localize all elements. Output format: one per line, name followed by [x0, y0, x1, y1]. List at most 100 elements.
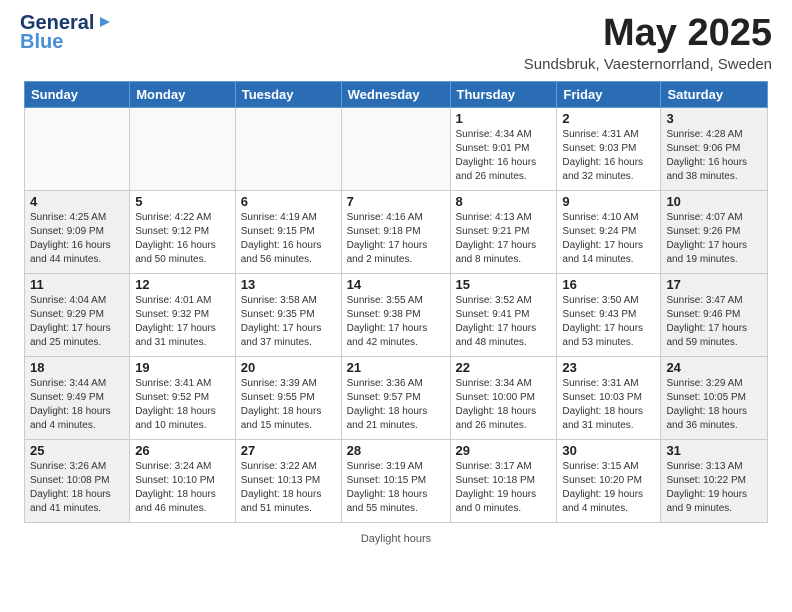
calendar-cell: 2 Sunrise: 4:31 AM Sunset: 9:03 PM Daylig…	[557, 108, 661, 191]
calendar-table: SundayMondayTuesdayWednesdayThursdayFrid…	[24, 81, 768, 523]
day-number: 2	[562, 111, 655, 126]
logo-text-blue: Blue	[20, 31, 63, 54]
calendar-cell: 24 Sunrise: 3:29 AM Sunset: 10:05 PM Dayl…	[661, 357, 768, 440]
day-info: Sunrise: 4:13 AM Sunset: 9:21 PM Dayligh…	[456, 211, 552, 267]
day-number: 17	[666, 277, 762, 292]
day-info: Sunrise: 3:19 AM Sunset: 10:15 PM Daylig…	[347, 460, 445, 516]
calendar-cell	[235, 108, 341, 191]
day-number: 13	[241, 277, 336, 292]
day-info: Sunrise: 4:19 AM Sunset: 9:15 PM Dayligh…	[241, 211, 336, 267]
calendar-cell: 18 Sunrise: 3:44 AM Sunset: 9:49 PM Dayli…	[25, 357, 130, 440]
day-header-saturday: Saturday	[661, 82, 768, 108]
day-number: 5	[135, 194, 230, 209]
day-header-wednesday: Wednesday	[341, 82, 450, 108]
day-info: Sunrise: 3:17 AM Sunset: 10:18 PM Daylig…	[456, 460, 552, 516]
day-info: Sunrise: 4:01 AM Sunset: 9:32 PM Dayligh…	[135, 294, 230, 350]
day-number: 1	[456, 111, 552, 126]
day-info: Sunrise: 4:07 AM Sunset: 9:26 PM Dayligh…	[666, 211, 762, 267]
calendar-cell	[25, 108, 130, 191]
calendar-cell: 19Sunrise: 3:41 AM Sunset: 9:52 PM Dayli…	[130, 357, 236, 440]
day-info: Sunrise: 3:39 AM Sunset: 9:55 PM Dayligh…	[241, 377, 336, 433]
daylight-legend: Daylight hours	[0, 533, 792, 545]
page-header: General Blue May 2025 Sundsbruk, Vaester…	[0, 0, 792, 81]
page-container: General Blue May 2025 Sundsbruk, Vaester…	[0, 0, 792, 612]
day-number: 23	[562, 360, 655, 375]
calendar-cell: 1 Sunrise: 4:34 AM Sunset: 9:01 PM Daylig…	[450, 108, 557, 191]
calendar-week-3: 11 Sunrise: 4:04 AM Sunset: 9:29 PM Dayli…	[25, 274, 768, 357]
calendar-cell: 12 Sunrise: 4:01 AM Sunset: 9:32 PM Dayli…	[130, 274, 236, 357]
calendar-cell: 15 Sunrise: 3:52 AM Sunset: 9:41 PM Dayli…	[450, 274, 557, 357]
calendar-cell: 31 Sunrise: 3:13 AM Sunset: 10:22 PM Dayl…	[661, 440, 768, 523]
calendar-cell: 11 Sunrise: 4:04 AM Sunset: 9:29 PM Dayli…	[25, 274, 130, 357]
day-info: Sunrise: 3:44 AM Sunset: 9:49 PM Dayligh…	[30, 377, 124, 433]
day-info: Sunrise: 3:58 AM Sunset: 9:35 PM Dayligh…	[241, 294, 336, 350]
day-number: 20	[241, 360, 336, 375]
calendar-cell: 8 Sunrise: 4:13 AM Sunset: 9:21 PM Daylig…	[450, 191, 557, 274]
calendar-week-2: 4 Sunrise: 4:25 AM Sunset: 9:09 PM Daylig…	[25, 191, 768, 274]
day-number: 26	[135, 443, 230, 458]
day-header-thursday: Thursday	[450, 82, 557, 108]
day-number: 28	[347, 443, 445, 458]
calendar-header-row: SundayMondayTuesdayWednesdayThursdayFrid…	[25, 82, 768, 108]
calendar-week-1: 1 Sunrise: 4:34 AM Sunset: 9:01 PM Daylig…	[25, 108, 768, 191]
daylight-label: Daylight hours	[361, 533, 431, 545]
day-header-tuesday: Tuesday	[235, 82, 341, 108]
day-number: 25	[30, 443, 124, 458]
day-number: 4	[30, 194, 124, 209]
main-title: May 2025	[524, 12, 772, 55]
day-header-sunday: Sunday	[25, 82, 130, 108]
day-info: Sunrise: 4:25 AM Sunset: 9:09 PM Dayligh…	[30, 211, 124, 267]
day-info: Sunrise: 4:04 AM Sunset: 9:29 PM Dayligh…	[30, 294, 124, 350]
day-number: 21	[347, 360, 445, 375]
day-number: 30	[562, 443, 655, 458]
day-info: Sunrise: 3:55 AM Sunset: 9:38 PM Dayligh…	[347, 294, 445, 350]
day-info: Sunrise: 3:34 AM Sunset: 10:00 PM Daylig…	[456, 377, 552, 433]
day-number: 14	[347, 277, 445, 292]
calendar-cell: 26Sunrise: 3:24 AM Sunset: 10:10 PM Dayl…	[130, 440, 236, 523]
day-info: Sunrise: 3:36 AM Sunset: 9:57 PM Dayligh…	[347, 377, 445, 433]
calendar-cell: 30Sunrise: 3:15 AM Sunset: 10:20 PM Dayl…	[557, 440, 661, 523]
day-info: Sunrise: 3:29 AM Sunset: 10:05 PM Daylig…	[666, 377, 762, 433]
day-number: 9	[562, 194, 655, 209]
day-number: 18	[30, 360, 124, 375]
day-info: Sunrise: 3:50 AM Sunset: 9:43 PM Dayligh…	[562, 294, 655, 350]
calendar-cell: 9Sunrise: 4:10 AM Sunset: 9:24 PM Daylig…	[557, 191, 661, 274]
calendar-cell: 5 Sunrise: 4:22 AM Sunset: 9:12 PM Daylig…	[130, 191, 236, 274]
day-number: 8	[456, 194, 552, 209]
day-info: Sunrise: 4:28 AM Sunset: 9:06 PM Dayligh…	[666, 128, 762, 184]
day-number: 12	[135, 277, 230, 292]
day-info: Sunrise: 3:13 AM Sunset: 10:22 PM Daylig…	[666, 460, 762, 516]
day-number: 6	[241, 194, 336, 209]
day-header-friday: Friday	[557, 82, 661, 108]
calendar-cell: 20 Sunrise: 3:39 AM Sunset: 9:55 PM Dayli…	[235, 357, 341, 440]
day-info: Sunrise: 4:22 AM Sunset: 9:12 PM Dayligh…	[135, 211, 230, 267]
day-info: Sunrise: 3:31 AM Sunset: 10:03 PM Daylig…	[562, 377, 655, 433]
calendar-cell: 27Sunrise: 3:22 AM Sunset: 10:13 PM Dayl…	[235, 440, 341, 523]
day-number: 11	[30, 277, 124, 292]
day-header-monday: Monday	[130, 82, 236, 108]
day-info: Sunrise: 4:31 AM Sunset: 9:03 PM Dayligh…	[562, 128, 655, 184]
subtitle: Sundsbruk, Vaesternorrland, Sweden	[524, 56, 772, 73]
logo-arrow-icon	[98, 15, 112, 34]
calendar-cell: 13 Sunrise: 3:58 AM Sunset: 9:35 PM Dayli…	[235, 274, 341, 357]
day-info: Sunrise: 4:34 AM Sunset: 9:01 PM Dayligh…	[456, 128, 552, 184]
calendar-wrapper: SundayMondayTuesdayWednesdayThursdayFrid…	[0, 81, 792, 531]
calendar-cell: 6 Sunrise: 4:19 AM Sunset: 9:15 PM Daylig…	[235, 191, 341, 274]
day-info: Sunrise: 3:52 AM Sunset: 9:41 PM Dayligh…	[456, 294, 552, 350]
calendar-cell	[341, 108, 450, 191]
calendar-cell: 28 Sunrise: 3:19 AM Sunset: 10:15 PM Dayl…	[341, 440, 450, 523]
day-number: 27	[241, 443, 336, 458]
day-info: Sunrise: 3:41 AM Sunset: 9:52 PM Dayligh…	[135, 377, 230, 433]
calendar-cell	[130, 108, 236, 191]
calendar-week-5: 25Sunrise: 3:26 AM Sunset: 10:08 PM Dayl…	[25, 440, 768, 523]
day-number: 29	[456, 443, 552, 458]
day-number: 24	[666, 360, 762, 375]
day-number: 15	[456, 277, 552, 292]
calendar-cell: 17Sunrise: 3:47 AM Sunset: 9:46 PM Dayli…	[661, 274, 768, 357]
calendar-cell: 4 Sunrise: 4:25 AM Sunset: 9:09 PM Daylig…	[25, 191, 130, 274]
calendar-cell: 23 Sunrise: 3:31 AM Sunset: 10:03 PM Dayl…	[557, 357, 661, 440]
day-number: 16	[562, 277, 655, 292]
calendar-cell: 3Sunrise: 4:28 AM Sunset: 9:06 PM Daylig…	[661, 108, 768, 191]
day-number: 31	[666, 443, 762, 458]
calendar-cell: 25Sunrise: 3:26 AM Sunset: 10:08 PM Dayl…	[25, 440, 130, 523]
